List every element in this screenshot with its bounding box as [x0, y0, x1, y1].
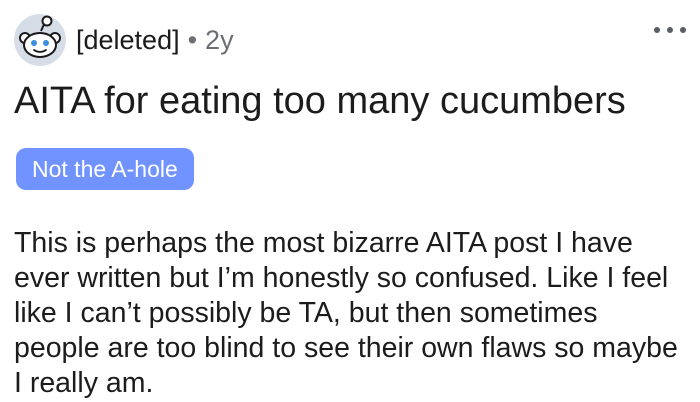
- more-options-button[interactable]: [654, 20, 686, 40]
- more-options-icon: [654, 27, 660, 33]
- more-options-icon: [680, 27, 686, 33]
- post-card: [deleted] • 2y AITA for eating too many …: [0, 0, 700, 402]
- meta-separator: •: [187, 24, 198, 55]
- post-title[interactable]: AITA for eating too many cucumbers: [14, 78, 626, 124]
- avatar[interactable]: [14, 14, 66, 66]
- more-options-icon: [667, 27, 673, 33]
- post-flair[interactable]: Not the A-hole: [16, 148, 194, 190]
- post-age: 2y: [205, 24, 234, 55]
- post-header: [deleted] • 2y: [14, 14, 234, 66]
- post-body: This is perhaps the most bizarre AITA po…: [14, 227, 678, 399]
- author-name[interactable]: [deleted]: [76, 25, 180, 56]
